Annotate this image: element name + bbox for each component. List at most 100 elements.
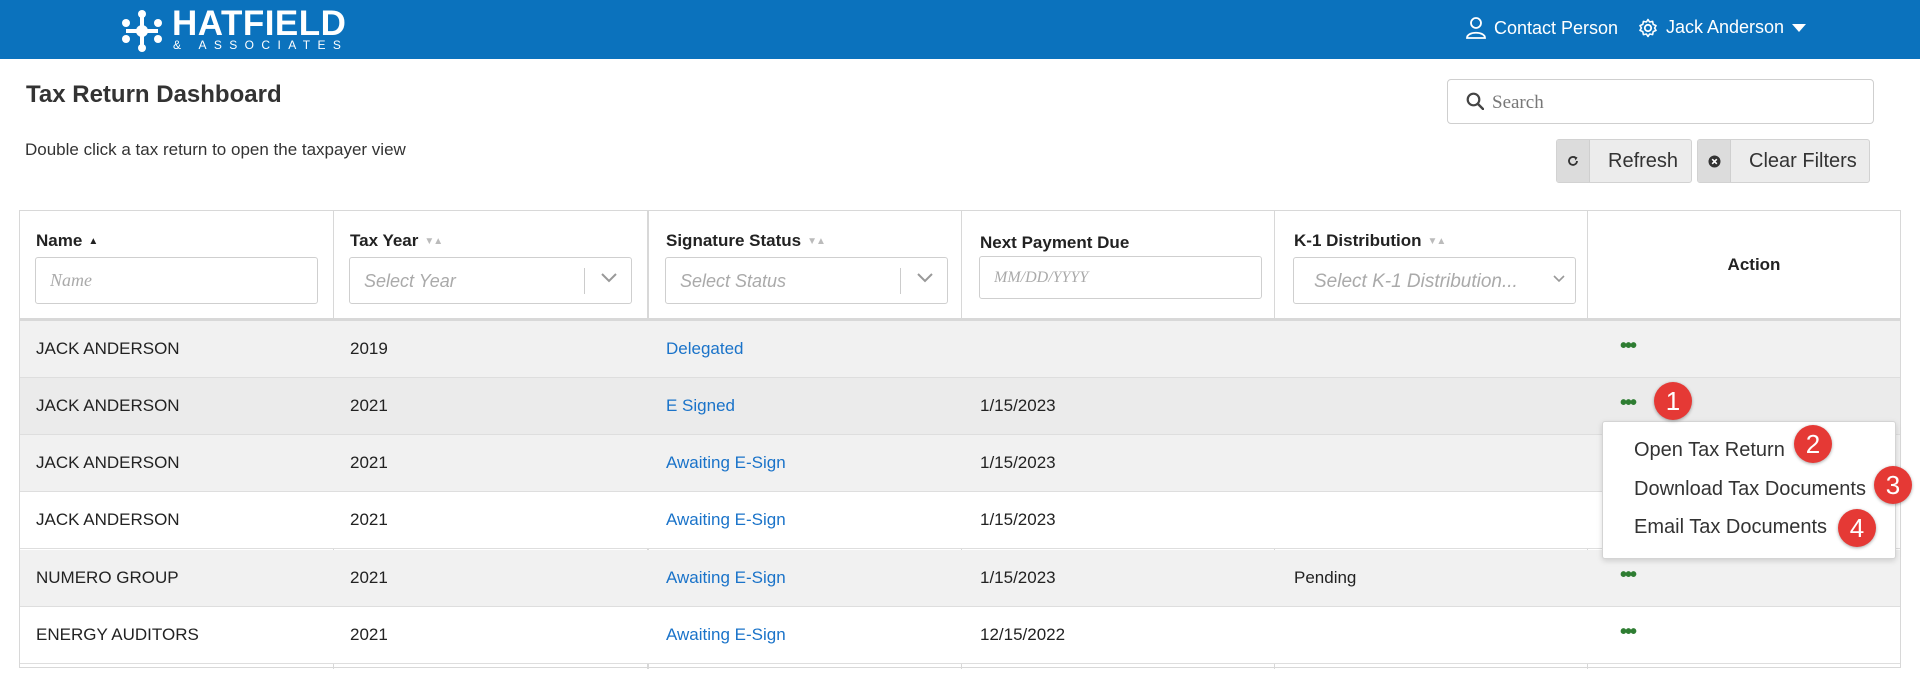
row-k1-distribution <box>1278 607 1591 663</box>
payment-date-input[interactable] <box>980 257 1247 298</box>
column-header-k1-distribution[interactable]: K-1 Distribution ▼▲ <box>1294 231 1447 251</box>
user-name: Jack Anderson <box>1666 17 1785 37</box>
close-circle-icon <box>1708 155 1720 167</box>
clear-filters-button[interactable]: Clear Filters <box>1697 139 1870 183</box>
payment-date-filter[interactable] <box>979 256 1262 299</box>
callout-badge: 1 <box>1654 382 1692 420</box>
refresh-icon <box>1568 156 1578 166</box>
row-k1-distribution <box>1278 492 1591 548</box>
name-filter-input[interactable] <box>36 258 303 303</box>
column-action: Action <box>1606 211 1902 318</box>
tax-year-placeholder: Select Year <box>364 271 456 291</box>
more-dots-icon: ••• <box>1620 335 1637 357</box>
k1-distribution-select[interactable]: Select K-1 Distribution... <box>1293 257 1576 304</box>
row-next-payment: 1/15/2023 <box>980 396 1056 415</box>
row-name: JACK ANDERSON <box>36 396 180 415</box>
menu-item-download-tax-documents[interactable]: Download Tax Documents <box>1634 478 1866 501</box>
name-filter[interactable] <box>35 257 318 304</box>
top-bar: HATFIELD & ASSOCIATES Contact Person Jac… <box>0 0 1920 59</box>
row-k1-distribution <box>1278 435 1591 491</box>
brand-subtitle: & ASSOCIATES <box>173 38 349 52</box>
search-field[interactable] <box>1447 79 1874 124</box>
refresh-button[interactable]: Refresh <box>1556 139 1692 183</box>
callout-badge: 2 <box>1794 425 1832 463</box>
signature-status-select[interactable]: Select Status <box>665 257 948 304</box>
row-name: JACK ANDERSON <box>36 339 180 358</box>
row-signature-status-link[interactable]: E Signed <box>650 378 963 434</box>
row-action-menu-button[interactable]: ••• <box>1620 321 1637 377</box>
table-row[interactable]: ENERGY AUDITORS 2021 Awaiting E-Sign 12/… <box>20 607 1900 664</box>
search-icon <box>1466 92 1484 110</box>
refresh-label: Refresh <box>1608 149 1679 172</box>
chevron-down-icon <box>601 273 617 283</box>
sort-asc-icon: ▲ <box>88 235 98 247</box>
callout-badge: 3 <box>1874 466 1912 504</box>
column-name: Name ▲ <box>20 211 333 318</box>
signature-status-placeholder: Select Status <box>680 271 787 291</box>
row-name: NUMERO GROUP <box>36 568 179 587</box>
row-name: JACK ANDERSON <box>36 453 180 472</box>
menu-item-email-tax-documents[interactable]: Email Tax Documents <box>1634 516 1827 539</box>
column-tax-year: Tax Year ▼▲ Select Year <box>334 211 647 318</box>
row-signature-status-link[interactable]: Awaiting E-Sign <box>650 550 963 606</box>
column-header-name[interactable]: Name ▲ <box>36 231 98 251</box>
column-header-next-payment: Next Payment Due <box>980 233 1129 253</box>
column-k1-distribution: K-1 Distribution ▼▲ Select K-1 Distribut… <box>1278 211 1591 318</box>
clear-filters-label: Clear Filters <box>1749 149 1857 172</box>
column-next-payment-label: Next Payment Due <box>980 233 1130 252</box>
column-header-signature-status[interactable]: Signature Status ▼▲ <box>666 231 826 251</box>
more-dots-icon: ••• <box>1620 621 1637 643</box>
sort-icon: ▼▲ <box>1427 235 1447 247</box>
k1-distribution-placeholder: Select K-1 Distribution... <box>1314 271 1518 292</box>
more-dots-icon: ••• <box>1620 564 1637 586</box>
column-signature-status-label: Signature Status <box>666 231 802 250</box>
row-tax-year: 2021 <box>350 510 388 529</box>
chevron-down-icon <box>917 273 933 283</box>
select-separator <box>900 268 901 294</box>
table-header: Name ▲ Tax Year ▼▲ Select Year Sign <box>20 211 1900 321</box>
row-name: ENERGY AUDITORS <box>36 625 199 644</box>
row-tax-year: 2019 <box>350 339 388 358</box>
callout-badge: 4 <box>1838 509 1876 547</box>
tax-year-select[interactable]: Select Year <box>349 257 632 304</box>
gear-icon <box>1639 18 1657 37</box>
row-next-payment: 1/15/2023 <box>980 568 1056 587</box>
row-signature-status-link[interactable]: Delegated <box>650 321 963 377</box>
column-header-tax-year[interactable]: Tax Year ▼▲ <box>350 231 443 251</box>
clear-icon-box <box>1698 140 1731 182</box>
row-signature-status-link[interactable]: Awaiting E-Sign <box>650 607 963 663</box>
row-k1-distribution <box>1278 378 1591 434</box>
column-k1-label: K-1 Distribution <box>1294 231 1422 250</box>
row-tax-year: 2021 <box>350 625 388 644</box>
row-next-payment: 1/15/2023 <box>980 453 1056 472</box>
row-tax-year: 2021 <box>350 453 388 472</box>
row-signature-status-link[interactable]: Awaiting E-Sign <box>650 492 963 548</box>
row-tax-year: 2021 <box>350 396 388 415</box>
user-menu[interactable]: Jack Anderson <box>1638 17 1807 38</box>
row-action-menu-button[interactable]: ••• <box>1620 607 1637 663</box>
row-tax-year: 2021 <box>350 568 388 587</box>
row-next-payment: 12/15/2022 <box>980 625 1066 644</box>
row-k1-distribution: Pending <box>1294 568 1357 587</box>
menu-item-open-tax-return[interactable]: Open Tax Return <box>1634 439 1785 462</box>
logo-mark-icon <box>122 10 162 52</box>
refresh-icon-box <box>1557 140 1590 182</box>
column-next-payment: Next Payment Due <box>964 211 1277 318</box>
table-row[interactable]: JACK ANDERSON 2019 Delegated ••• <box>20 321 1900 378</box>
contact-person-label: Contact Person <box>1494 17 1619 38</box>
sort-icon: ▼▲ <box>807 235 826 247</box>
caret-down-icon <box>1792 23 1807 32</box>
column-tax-year-label: Tax Year <box>350 231 419 250</box>
column-signature-status: Signature Status ▼▲ Select Status <box>650 211 963 318</box>
select-separator <box>584 268 585 294</box>
row-k1-distribution <box>1278 321 1591 377</box>
column-name-label: Name <box>36 231 83 250</box>
page-title: Tax Return Dashboard <box>26 81 282 108</box>
contact-person-link[interactable]: Contact Person <box>1466 17 1618 39</box>
row-next-payment: 1/15/2023 <box>980 510 1056 529</box>
person-icon <box>1466 17 1486 39</box>
search-input[interactable] <box>1490 88 1864 118</box>
page-hint: Double click a tax return to open the ta… <box>25 140 406 159</box>
row-signature-status-link[interactable]: Awaiting E-Sign <box>650 435 963 491</box>
sort-icon: ▼▲ <box>424 235 443 247</box>
